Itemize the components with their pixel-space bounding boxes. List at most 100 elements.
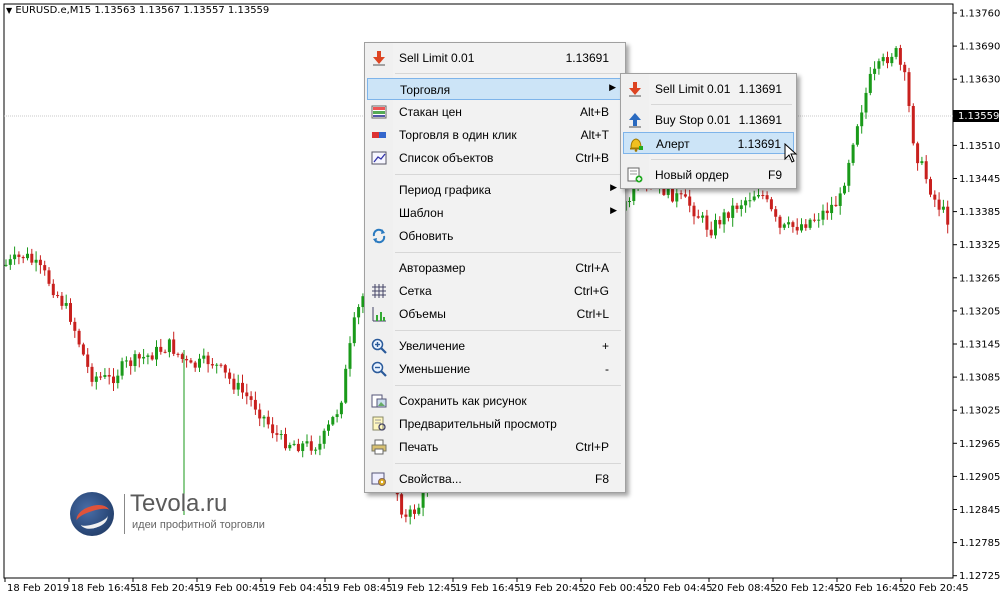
candle-body [933,194,937,200]
candle-body [335,414,339,418]
candle-body [167,339,171,353]
candle-body [812,219,816,221]
candle-body [30,253,34,263]
candle-body [911,105,915,144]
candle-body [890,56,894,64]
menu-item-refresh[interactable]: Обновить [367,225,623,247]
time-axis-label: 20 Feb 20:45 [903,583,969,594]
menu-item-depth-of-market[interactable]: Стакан цен Alt+B [367,101,623,123]
candle-body [4,264,8,266]
candle-body [99,376,103,378]
menu-item-print-preview[interactable]: Предварительный просмотр [367,413,623,435]
time-axis-label: 20 Feb 16:45 [839,583,905,594]
candle-body [137,354,141,359]
submenu-item-sell-limit[interactable]: Sell Limit 0.01 1.13691 [623,78,794,100]
candle-body [838,193,842,206]
candle-body [778,216,782,228]
price-axis-label: 1.12785 [959,538,1000,549]
candle-body [155,346,158,360]
logo-tagline: идеи профитной торговли [132,519,265,531]
candle-body [701,215,705,218]
candle-body [17,254,21,257]
menu-item-sell-limit[interactable]: Sell Limit 0.01 1.13691 [367,47,623,69]
candle-body [731,205,735,218]
candle-body [752,196,756,201]
candle-body [722,212,726,225]
candle-body [116,375,120,384]
chart-dropdown-icon[interactable]: ▼ [6,6,12,15]
time-axis-label: 20 Feb 08:45 [711,583,777,594]
submenu-item-buy-stop[interactable]: Buy Stop 0.01 1.13691 [623,109,794,131]
price-axis-label: 1.13760 [959,9,1000,20]
menu-item-chart-period[interactable]: Период графика ▶ [367,179,623,201]
candle-body [628,201,631,203]
menu-item-grid[interactable]: Сетка Ctrl+G [367,280,623,302]
candle-body [47,270,51,284]
time-axis-label: 19 Feb 04:45 [263,583,329,594]
menu-item-properties[interactable]: Свойства... F8 [367,468,623,490]
menu-item-save-as-picture[interactable]: Сохранить как рисунок [367,390,623,412]
depth-of-market-icon [371,105,387,119]
candle-body [228,372,232,379]
candle-body [94,376,98,382]
time-axis-label: 20 Feb 12:45 [775,583,841,594]
menu-separator [395,73,621,74]
candle-body [193,362,197,368]
tevola-logo: Tevola.ru идеи профитной торговли [70,490,290,542]
candle-body [400,494,404,515]
menu-item-zoom-in[interactable]: Увеличение + [367,335,623,357]
candle-body [73,321,77,331]
price-axis-label: 1.13145 [959,340,1000,351]
candle-body [352,317,356,344]
menu-item-zoom-out[interactable]: Уменьшение - [367,358,623,380]
candle-body [855,126,859,145]
candle-body [404,514,408,517]
candle-body [907,72,911,106]
menu-item-print[interactable]: Печать Ctrl+P [367,436,623,458]
candle-body [129,360,133,367]
candle-body [709,229,713,236]
candle-body [795,226,799,231]
candle-body [279,434,283,436]
logo-divider [124,494,125,534]
candle-body [408,509,412,517]
menu-item-trading[interactable]: Торговля ▶ [367,78,623,100]
candle-body [8,259,12,265]
candle-body [903,64,907,73]
time-axis-label: 18 Feb 2019 [7,583,69,594]
submenu-item-alert[interactable]: Алерт 1.13691 [623,132,794,154]
candle-body [198,358,201,368]
menu-item-template[interactable]: Шаблон ▶ [367,202,623,224]
candle-body [817,219,821,221]
menu-item-one-click-trading[interactable]: Торговля в один клик Alt+T [367,124,623,146]
candle-body [120,361,124,376]
price-axis-label: 1.12905 [959,472,1000,483]
candle-body [266,416,270,425]
candle-body [696,216,700,218]
candle-body [808,219,812,228]
price-axis-label: 1.13385 [959,207,1000,218]
candle-body [271,424,275,434]
save-picture-icon [371,394,387,408]
candle-body [357,307,361,318]
submenu-arrow-icon: ▶ [610,205,617,215]
refresh-icon [372,228,386,244]
candle-body [825,210,829,214]
objects-list-icon [371,151,387,165]
menu-separator [395,330,621,331]
candle-body [202,355,206,359]
menu-item-volumes[interactable]: Объемы Ctrl+L [367,303,623,325]
menu-separator [395,463,621,464]
candle-body [258,409,262,419]
candle-body [843,185,846,194]
price-axis-label: 1.12845 [959,505,1000,516]
candle-body [185,358,189,361]
submenu-item-new-order[interactable]: Новый ордер F9 [623,164,794,186]
menu-item-objects-list[interactable]: Список объектов Ctrl+B [367,147,623,169]
candle-body [821,210,825,220]
candle-body [744,200,748,206]
time-axis-label: 20 Feb 00:45 [583,583,649,594]
candle-body [236,382,240,390]
price-axis-label: 1.12965 [959,439,1000,450]
menu-item-autoscale[interactable]: Авторазмер Ctrl+A [367,257,623,279]
